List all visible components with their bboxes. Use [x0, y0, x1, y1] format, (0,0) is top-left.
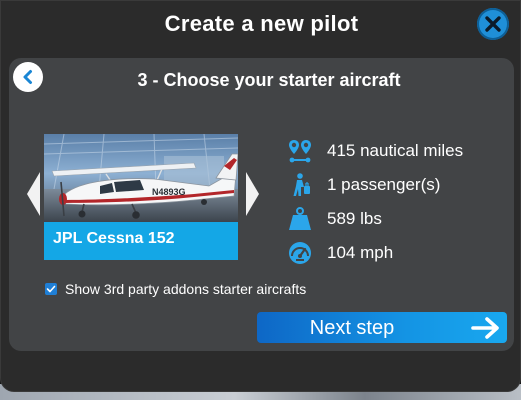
dialog-title: Create a new pilot — [164, 11, 359, 36]
aircraft-name: JPL Cessna 152 — [53, 230, 175, 247]
spec-range-text: 415 nautical miles — [327, 141, 464, 160]
show-3rd-party-label: Show 3rd party addons starter aircrafts — [65, 281, 307, 297]
aircraft-photo: N4893G — [44, 134, 238, 222]
previous-aircraft-arrow[interactable] — [27, 172, 40, 216]
show-3rd-party-option[interactable]: Show 3rd party addons starter aircrafts — [45, 281, 306, 297]
aircraft-name-bar: JPL Cessna 152 — [44, 222, 238, 260]
passenger-icon — [287, 172, 313, 198]
weight-icon — [287, 206, 313, 232]
create-pilot-dialog: Create a new pilot 3 - Choose your start… — [0, 0, 521, 392]
spec-speed-text: 104 mph — [327, 243, 394, 262]
chevron-left-icon — [23, 70, 32, 84]
spec-passengers-text: 1 passenger(s) — [327, 175, 441, 194]
aircraft-specs: 415 nautical miles 1 passenger(s) 589 lb… — [287, 134, 507, 270]
step-panel: 3 - Choose your starter aircraft N4893G … — [9, 58, 514, 351]
spec-speed: 104 mph — [287, 236, 507, 270]
next-aircraft-arrow[interactable] — [246, 172, 259, 216]
spec-weight: 589 lbs — [287, 202, 507, 236]
route-icon — [287, 138, 313, 164]
step-title: 3 - Choose your starter aircraft — [137, 70, 401, 90]
next-step-button[interactable]: Next step — [257, 312, 507, 343]
speedometer-icon — [287, 240, 313, 266]
close-icon — [485, 16, 501, 32]
back-button[interactable] — [13, 62, 43, 92]
aircraft-card[interactable]: N4893G JPL Cessna 152 — [44, 134, 238, 260]
spec-weight-text: 589 lbs — [327, 209, 382, 228]
show-3rd-party-checkbox[interactable] — [45, 283, 57, 295]
spec-range: 415 nautical miles — [287, 134, 507, 168]
checkmark-icon — [46, 285, 56, 293]
next-step-label: Next step — [309, 317, 395, 339]
close-button[interactable] — [477, 8, 509, 40]
aircraft-registration-text: N4893G — [152, 187, 186, 197]
spec-passengers: 1 passenger(s) — [287, 168, 507, 202]
app-frame: Create a new pilot 3 - Choose your start… — [0, 0, 521, 400]
arrow-right-icon — [471, 316, 501, 340]
